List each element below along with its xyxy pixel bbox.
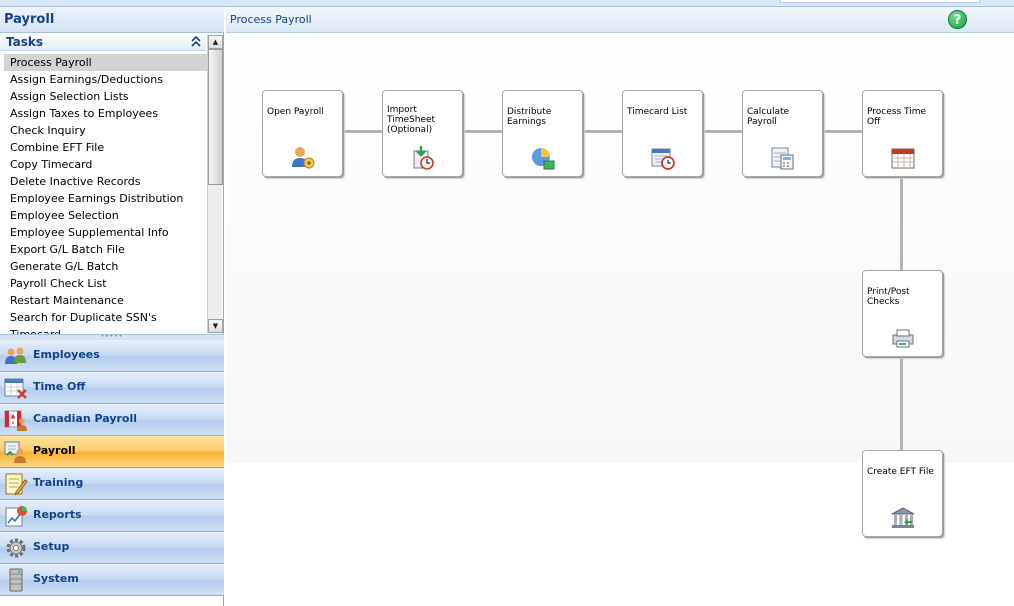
calculator-sheet-icon [770, 145, 796, 171]
connector-line [342, 130, 382, 133]
step-timecard-list[interactable]: Timecard List [622, 90, 703, 177]
nav-system[interactable]: System [0, 564, 224, 596]
step-label: Calculate Payroll [747, 107, 790, 127]
left-pane-title: Payroll [4, 12, 55, 27]
nav-setup[interactable]: Setup [0, 532, 224, 564]
top-search-box[interactable] [780, 0, 980, 3]
step-label: Create EFT File [867, 467, 934, 477]
server-icon [4, 568, 28, 592]
task-item[interactable]: Export G/L Batch File [4, 241, 207, 258]
main-header: Process Payroll ? [226, 7, 1014, 33]
task-item[interactable]: Combine EFT File [4, 139, 207, 156]
top-strip [0, 0, 1014, 7]
task-item[interactable]: Copy Timecard [4, 156, 207, 173]
nav-payroll[interactable]: Payroll [0, 436, 224, 468]
timecard-clock-icon [650, 145, 676, 171]
nav-label: Setup [33, 540, 70, 553]
connector-line [462, 130, 502, 133]
nav-canadian-payroll[interactable]: Canadian Payroll [0, 404, 224, 436]
step-open-payroll[interactable]: Open Payroll [262, 90, 343, 177]
step-import-timesheet[interactable]: Import TimeSheet (Optional) [382, 90, 463, 177]
connector-line [822, 130, 862, 133]
task-item[interactable]: Assign Earnings/Deductions [4, 71, 207, 88]
import-clock-icon [410, 145, 436, 171]
calendar-icon [890, 145, 916, 171]
task-item[interactable]: Delete Inactive Records [4, 173, 207, 190]
person-open-icon [290, 145, 316, 171]
nav-training[interactable]: Training [0, 468, 224, 500]
connector-line [702, 130, 742, 133]
report-chart-icon [4, 504, 28, 528]
task-item[interactable]: Generate G/L Batch [4, 258, 207, 275]
task-list-scrollbar[interactable]: ▲ ▼ [207, 35, 223, 333]
step-label: Distribute Earnings [507, 107, 552, 127]
step-calculate-payroll[interactable]: Calculate Payroll [742, 90, 823, 177]
nav-label: Time Off [33, 380, 86, 393]
scroll-up-arrow-icon[interactable]: ▲ [208, 35, 223, 49]
connector-line [900, 356, 903, 450]
task-item[interactable]: Restart Maintenance [4, 292, 207, 309]
nav-label: Payroll [33, 444, 76, 457]
tasks-title: Tasks [6, 35, 44, 49]
task-item[interactable]: Process Payroll [4, 54, 207, 71]
connector-line [900, 176, 903, 270]
task-item[interactable]: Employee Earnings Distribution [4, 190, 207, 207]
printer-icon [890, 325, 916, 351]
step-label: Print/Post Checks [867, 287, 910, 307]
task-item[interactable]: Employee Selection [4, 207, 207, 224]
step-label: Open Payroll [267, 107, 324, 117]
pie-chart-icon [530, 145, 556, 171]
calendar-x-icon [4, 376, 28, 400]
notepad-icon [4, 472, 28, 496]
nav-employees[interactable]: Employees [0, 340, 224, 372]
nav-reports[interactable]: Reports [0, 500, 224, 532]
nav-label: Employees [33, 348, 100, 361]
scroll-thumb[interactable] [208, 49, 223, 185]
collapse-up-icon[interactable] [188, 34, 204, 49]
task-item[interactable]: Assign Selection Lists [4, 88, 207, 105]
task-item[interactable]: Check Inquiry [4, 122, 207, 139]
help-icon[interactable]: ? [948, 10, 967, 29]
step-label: Process Time Off [867, 107, 927, 127]
people-icon [4, 344, 28, 368]
nav-label: Training [33, 476, 84, 489]
task-item[interactable]: Employee Supplemental Info [4, 224, 207, 241]
scroll-down-arrow-icon[interactable]: ▼ [208, 319, 223, 333]
task-item[interactable]: Payroll Check List [4, 275, 207, 292]
bank-icon [890, 505, 916, 531]
task-item[interactable]: Assign Taxes to Employees [4, 105, 207, 122]
connector-line [582, 130, 622, 133]
left-pane-header: Payroll [0, 7, 224, 33]
page-title: Process Payroll [230, 13, 312, 26]
payroll-person-icon [4, 440, 28, 464]
step-label: Timecard List [627, 107, 688, 117]
gear-icon [4, 536, 28, 560]
nav-label: Reports [33, 508, 82, 521]
nav-label: Canadian Payroll [33, 412, 138, 425]
step-distribute-earnings[interactable]: Distribute Earnings [502, 90, 583, 177]
left-pane: Payroll Tasks Process Payroll Assign Earn… [0, 7, 224, 606]
step-process-time-off[interactable]: Process Time Off [862, 90, 943, 177]
task-list: Process Payroll Assign Earnings/Deduction… [4, 54, 207, 335]
step-label: Import TimeSheet (Optional) [387, 105, 436, 135]
tasks-header: Tasks [0, 33, 206, 51]
step-print-post-checks[interactable]: Print/Post Checks [862, 270, 943, 357]
nav-time-off[interactable]: Time Off [0, 372, 224, 404]
nav-label: System [33, 572, 79, 585]
task-item[interactable]: Search for Duplicate SSN's [4, 309, 207, 326]
canada-flag-person-icon [4, 408, 28, 432]
step-create-eft-file[interactable]: Create EFT File [862, 450, 943, 537]
